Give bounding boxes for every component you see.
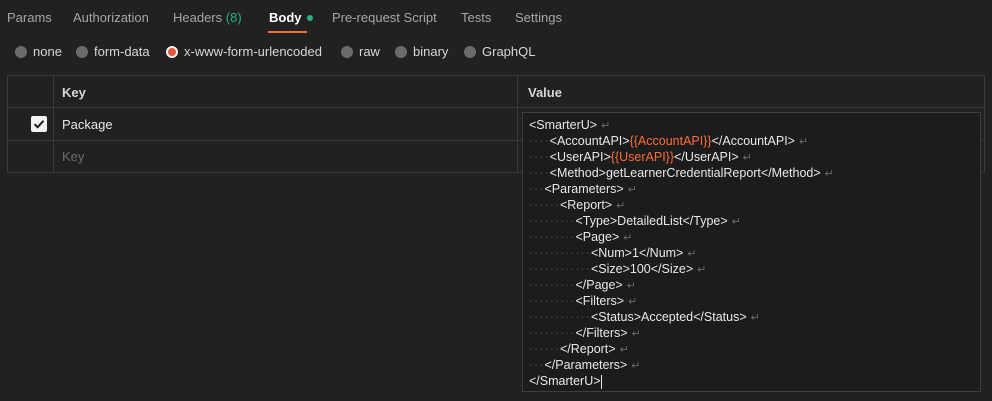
editor-line: ····<AccountAPI>{{AccountAPI}}</AccountA…	[529, 134, 809, 148]
radio-raw-label: raw	[359, 44, 380, 59]
radio-none-circle-icon	[15, 45, 27, 58]
request-tabs: Params Authorization Headers (8) Body Pr…	[0, 0, 992, 34]
newline-icon: ↵	[626, 280, 636, 292]
newline-icon: ↵	[631, 360, 641, 372]
newline-icon: ↵	[697, 264, 707, 276]
newline-icon: ↵	[627, 184, 637, 196]
newline-icon: ↵	[631, 328, 641, 340]
active-tab-indicator	[268, 31, 307, 33]
newline-icon: ↵	[687, 248, 697, 260]
radio-graphql-label: GraphQL	[482, 44, 536, 59]
editor-line: ······</Report> ↵	[529, 342, 629, 356]
variable-accountapi: {{AccountAPI}}	[629, 134, 712, 148]
newline-icon: ↵	[619, 344, 629, 356]
editor-line: ···</Parameters> ↵	[529, 358, 641, 372]
newline-icon: ↵	[616, 200, 626, 212]
radio-selected-circle-icon	[166, 45, 178, 58]
radio-urlencoded-label: x-www-form-urlencoded	[184, 44, 322, 59]
radio-form-data[interactable]: form-data	[76, 44, 150, 59]
radio-graphql[interactable]: GraphQL	[464, 44, 535, 59]
value-column-header: Value	[528, 85, 562, 100]
column-divider	[53, 76, 54, 172]
tab-params[interactable]: Params	[7, 10, 52, 25]
editor-line: ·········</Filters> ↵	[529, 326, 641, 340]
tab-prerequest-script[interactable]: Pre-request Script	[332, 10, 437, 25]
editor-line: ·········<Page> ↵	[529, 230, 633, 244]
tab-body-label: Body	[269, 10, 302, 25]
tab-settings[interactable]: Settings	[515, 10, 562, 25]
editor-line: ·········<Type>DetailedList</Type> ↵	[529, 214, 741, 228]
newline-icon: ↵	[601, 120, 611, 132]
radio-none-label: none	[33, 44, 62, 59]
tab-headers[interactable]: Headers (8)	[173, 10, 242, 25]
newline-icon: ↵	[742, 152, 752, 164]
editor-line: ············<Size>100</Size> ↵	[529, 262, 707, 276]
tab-authorization[interactable]: Authorization	[73, 10, 149, 25]
editor-line: ·········<Filters> ↵	[529, 294, 638, 308]
newline-icon: ↵	[824, 168, 834, 180]
newline-icon: ↵	[628, 296, 638, 308]
row-divider	[8, 107, 984, 108]
editor-line: ············<Status>Accepted</Status> ↵	[529, 310, 760, 324]
radio-x-www-form-urlencoded[interactable]: x-www-form-urlencoded	[166, 44, 322, 59]
key-column-header: Key	[62, 85, 86, 100]
tab-headers-label: Headers	[173, 10, 223, 25]
radio-binary[interactable]: binary	[395, 44, 448, 59]
radio-graphql-circle-icon	[464, 45, 476, 58]
radio-binary-circle-icon	[395, 45, 407, 58]
tab-tests[interactable]: Tests	[461, 10, 491, 25]
editor-line: </SmarterU>	[529, 374, 602, 389]
editor-line: ······<Report> ↵	[529, 198, 626, 212]
body-modified-dot-icon	[306, 14, 313, 21]
column-divider	[517, 76, 518, 172]
editor-line: ····<UserAPI>{{UserAPI}}</UserAPI> ↵	[529, 150, 752, 164]
editor-line: ·········</Page> ↵	[529, 278, 636, 292]
radio-raw[interactable]: raw	[341, 44, 380, 59]
value-editor[interactable]: <SmarterU> ↵ ····<AccountAPI>{{AccountAPI…	[522, 112, 981, 392]
editor-line: ···<Parameters> ↵	[529, 182, 637, 196]
radio-form-data-circle-icon	[76, 45, 88, 58]
radio-form-data-label: form-data	[94, 44, 150, 59]
radio-binary-label: binary	[413, 44, 449, 59]
editor-line: <SmarterU> ↵	[529, 118, 611, 132]
body-type-selector: none form-data x-www-form-urlencoded raw…	[0, 44, 992, 64]
editor-line: ····<Method>getLearnerCredentialReport</…	[529, 166, 834, 180]
editor-line: ············<Num>1</Num> ↵	[529, 246, 697, 260]
row-enabled-checkbox[interactable]	[31, 116, 47, 132]
row-key-package[interactable]: Package	[62, 117, 113, 132]
radio-raw-circle-icon	[341, 45, 353, 58]
new-key-input[interactable]: Key	[62, 149, 84, 164]
variable-userapi: {{UserAPI}}	[610, 150, 675, 164]
checkmark-icon	[33, 120, 45, 129]
newline-icon: ↵	[750, 312, 760, 324]
newline-icon: ↵	[623, 232, 633, 244]
headers-count-badge: (8)	[225, 10, 242, 25]
newline-icon: ↵	[731, 216, 741, 228]
text-cursor	[600, 374, 602, 389]
newline-icon: ↵	[798, 136, 809, 148]
radio-none[interactable]: none	[15, 44, 62, 59]
tab-body[interactable]: Body	[269, 10, 313, 25]
